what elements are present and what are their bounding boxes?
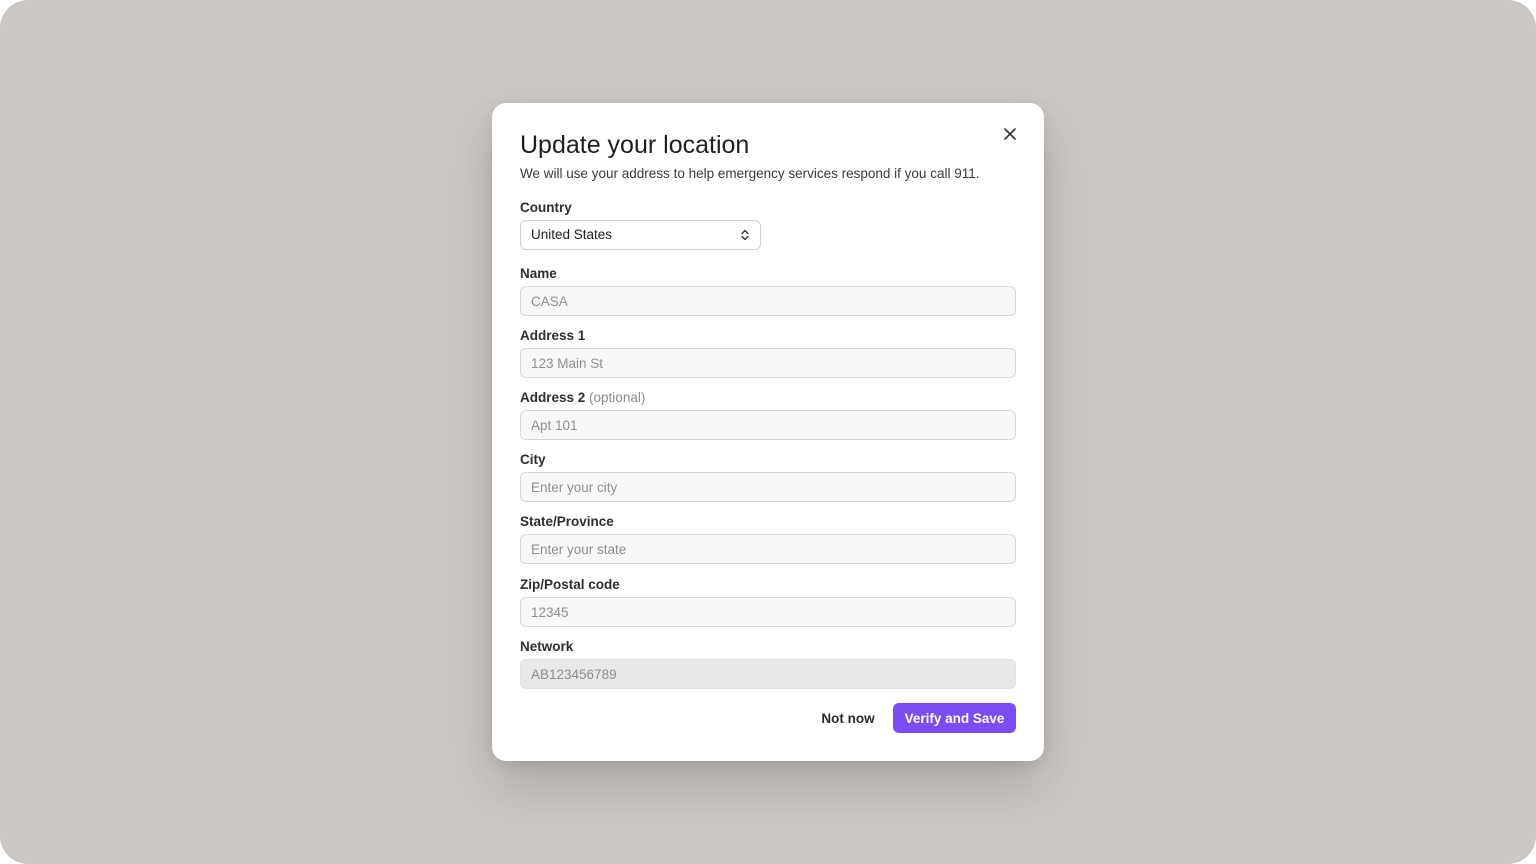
chevron-up-down-icon [740,228,750,242]
country-select[interactable]: United States [520,220,761,250]
not-now-button[interactable]: Not now [812,703,884,733]
update-location-dialog: Update your location We will use your ad… [492,103,1044,761]
state-label: State/Province [520,514,614,529]
city-input[interactable] [520,472,1016,502]
address2-label: Address 2 (optional) [520,389,645,407]
dialog-subtitle: We will use your address to help emergen… [520,166,980,181]
address1-label: Address 1 [520,328,586,343]
name-input[interactable] [520,286,1016,316]
network-input [520,659,1016,689]
address2-label-text: Address 2 [520,390,586,405]
address2-input[interactable] [520,410,1016,440]
optional-hint: (optional) [589,390,646,405]
close-button[interactable] [1000,124,1020,144]
dialog-title: Update your location [520,131,750,159]
network-label: Network [520,639,574,654]
zip-label: Zip/Postal code [520,577,620,592]
state-input[interactable] [520,534,1016,564]
zip-input[interactable] [520,597,1016,627]
name-label: Name [520,266,557,281]
address1-input[interactable] [520,348,1016,378]
city-label: City [520,452,546,467]
country-label: Country [520,200,572,215]
close-icon [1004,128,1016,140]
verify-and-save-button[interactable]: Verify and Save [893,703,1016,733]
country-select-value: United States [531,227,613,242]
